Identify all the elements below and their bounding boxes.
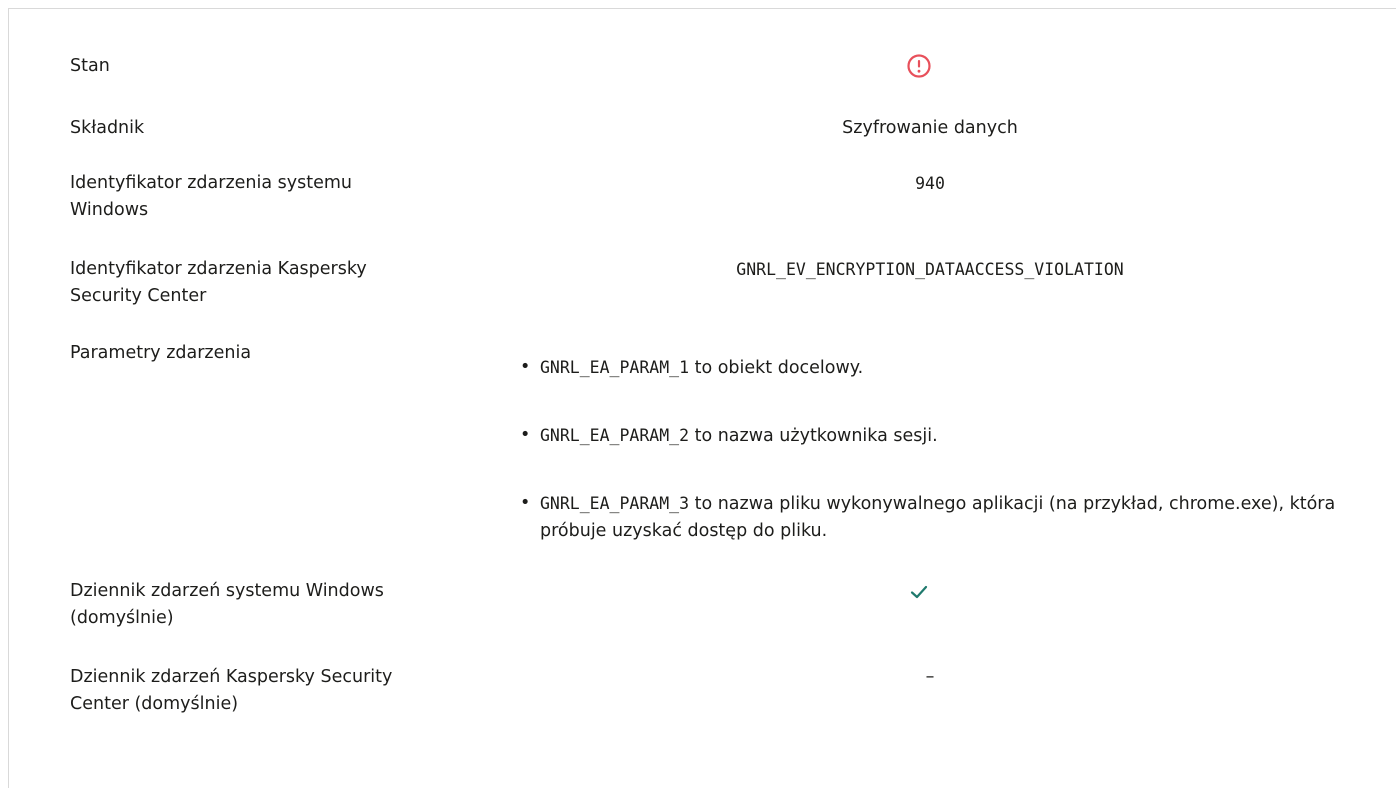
component-value: Szyfrowanie danych xyxy=(842,118,1018,138)
windows-log-label: Dziennik zdarzeń systemu Windows (domyśl… xyxy=(70,581,384,628)
list-item: • GNRL_EA_PARAM_2 to nazwa użytkownika se… xyxy=(520,422,1350,450)
param-code: GNRL_EA_PARAM_2 xyxy=(540,426,690,445)
event-params-list: • GNRL_EA_PARAM_1 to obiekt docelowy. • GN… xyxy=(520,354,1350,545)
checkmark-icon xyxy=(905,578,933,606)
ksc-log-label: Dziennik zdarzeń Kaspersky Security Cent… xyxy=(70,667,393,714)
list-item: • GNRL_EA_PARAM_1 to obiekt docelowy. xyxy=(520,354,1350,382)
event-params-label: Parametry zdarzenia xyxy=(70,343,252,363)
ksc-event-id-label: Identyfikator zdarzenia Kaspersky Securi… xyxy=(70,259,367,306)
bullet-icon: • xyxy=(520,493,531,513)
status-label: Stan xyxy=(70,56,110,76)
windows-event-id-value: 940 xyxy=(915,174,945,193)
param-code: GNRL_EA_PARAM_3 xyxy=(540,494,690,513)
param-description: to nazwa użytkownika sesji. xyxy=(689,426,938,446)
error-circle-icon xyxy=(905,52,933,80)
bullet-icon: • xyxy=(520,425,531,445)
param-code: GNRL_EA_PARAM_1 xyxy=(540,358,690,377)
component-label: Składnik xyxy=(70,118,145,138)
ksc-event-id-value: GNRL_EV_ENCRYPTION_DATAACCESS_VIOLATION xyxy=(736,260,1124,279)
windows-event-id-label: Identyfikator zdarzenia systemu Windows xyxy=(70,173,353,220)
list-item: • GNRL_EA_PARAM_3 to nazwa pliku wykonywa… xyxy=(520,490,1350,545)
bullet-icon: • xyxy=(520,357,531,377)
ksc-log-value: – xyxy=(925,667,935,687)
param-description: to obiekt docelowy. xyxy=(689,358,864,378)
